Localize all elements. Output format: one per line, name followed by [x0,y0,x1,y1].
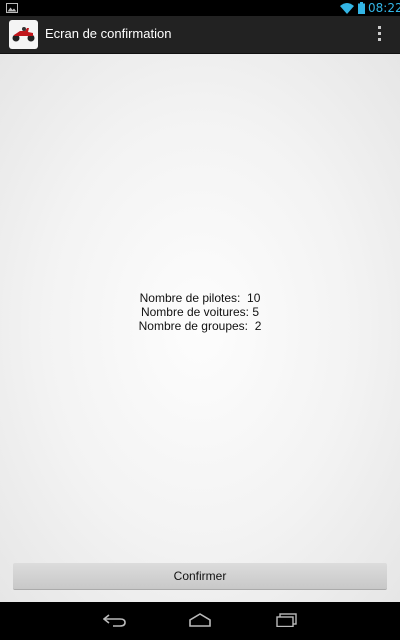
pilots-label: Nombre de pilotes: [139,291,241,305]
clock: 08:22 [368,1,400,15]
navigation-bar [0,602,400,640]
back-icon[interactable] [103,613,127,627]
groups-value: 2 [254,319,262,333]
page-title: Ecran de confirmation [45,26,172,41]
pilots-value: 10 [247,291,261,305]
home-icon[interactable] [188,613,212,627]
cars-label: Nombre de voitures: [140,305,249,319]
wifi-icon [340,3,354,14]
cars-value: 5 [252,305,260,319]
notification-image-icon [6,3,18,13]
confirm-button[interactable]: Confirmer [13,563,387,590]
pilots-row: Nombre de pilotes: 10 [0,291,400,305]
cars-row: Nombre de voitures: 5 [0,305,400,319]
summary-block: Nombre de pilotes: 10 Nombre de voitures… [0,291,400,333]
action-bar: Ecran de confirmation [0,16,400,54]
groups-label: Nombre de groupes: [138,319,249,333]
status-bar: 08:22 [0,0,400,16]
recents-icon[interactable] [276,613,298,627]
battery-icon [358,2,365,14]
groups-row: Nombre de groupes: 2 [0,319,400,333]
main-content: Nombre de pilotes: 10 Nombre de voitures… [0,54,400,602]
kart-icon[interactable] [9,20,38,49]
overflow-menu-icon[interactable] [372,23,386,45]
